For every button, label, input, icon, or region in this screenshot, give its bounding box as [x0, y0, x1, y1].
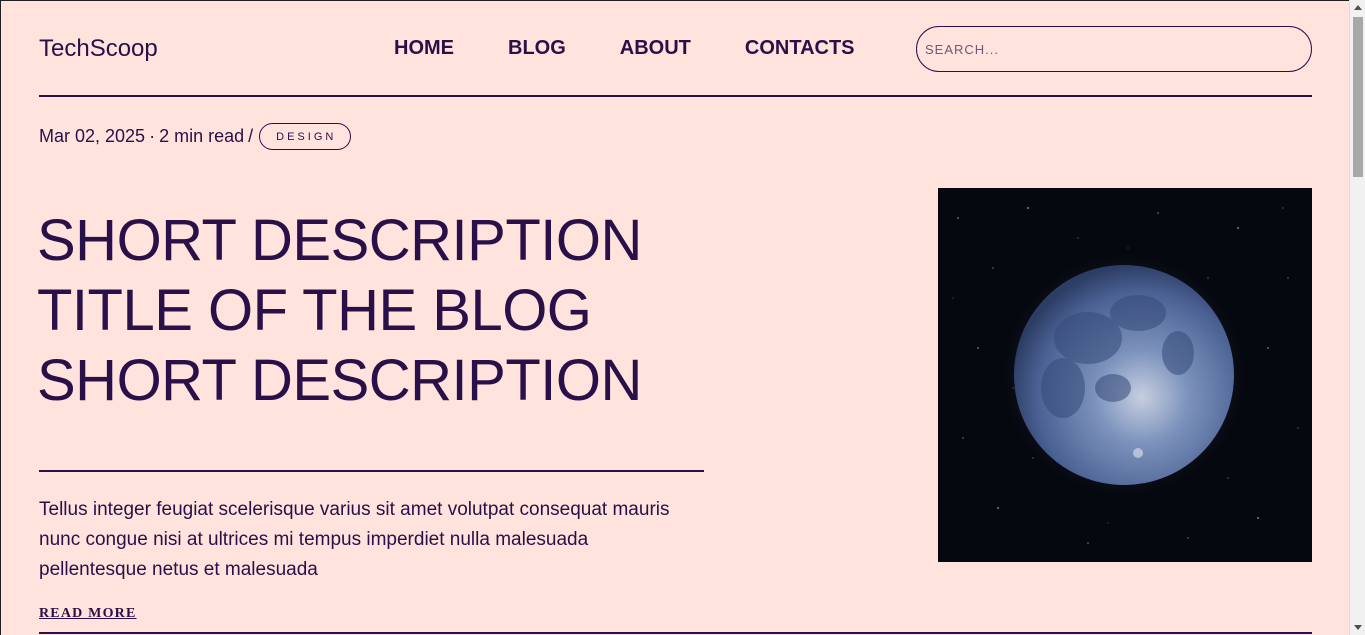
excerpt-line: Tellus integer feugiat scelerisque variu…	[39, 499, 670, 520]
meta-separator: /	[248, 126, 254, 146]
excerpt-line: pellentesque netus et malesuada	[39, 559, 318, 580]
title-divider	[39, 470, 704, 472]
post-bottom-divider	[39, 632, 1312, 634]
post-hero-image[interactable]	[938, 188, 1312, 562]
vertical-scrollbar[interactable]	[1349, 0, 1365, 635]
nav-home-link[interactable]: HOME	[394, 37, 454, 60]
nav-contacts-link[interactable]: CONTACTS	[745, 37, 855, 60]
post-title-line: TITLE OF THE BLOG	[37, 278, 592, 343]
main-nav: HOME BLOG ABOUT CONTACTS	[394, 37, 855, 60]
nav-blog-link[interactable]: BLOG	[508, 37, 566, 60]
nav-about-link[interactable]: ABOUT	[620, 37, 691, 60]
read-more-link[interactable]: READ MORE	[39, 606, 137, 622]
header-divider	[39, 95, 1312, 97]
scroll-up-arrow-icon[interactable]	[1354, 5, 1362, 10]
post-date: Mar 02, 2025	[39, 126, 146, 146]
post-title-line: SHORT DESCRIPTION	[37, 348, 642, 413]
meta-dot: ·	[149, 126, 156, 146]
site-logo[interactable]: TechScoop	[39, 35, 158, 63]
excerpt-line: nunc congue nisi at ultrices mi tempus i…	[39, 529, 589, 550]
post-excerpt: Tellus integer feugiat scelerisque variu…	[39, 495, 709, 585]
post-title[interactable]: SHORT DESCRIPTION TITLE OF THE BLOG SHOR…	[37, 206, 697, 416]
post-read-time: 2 min read	[159, 126, 245, 146]
scroll-down-arrow-icon[interactable]	[1354, 625, 1362, 630]
post-meta: Mar 02, 2025 · 2 min read / DESIGN	[39, 123, 352, 150]
scrollbar-thumb[interactable]	[1353, 17, 1363, 177]
page: TechScoop HOME BLOG ABOUT CONTACTS Mar 0…	[0, 0, 1349, 635]
moon-image	[938, 188, 1312, 562]
category-tag[interactable]: DESIGN	[259, 123, 352, 150]
post-title-line: SHORT DESCRIPTION	[37, 208, 642, 273]
search-input[interactable]	[916, 26, 1312, 72]
